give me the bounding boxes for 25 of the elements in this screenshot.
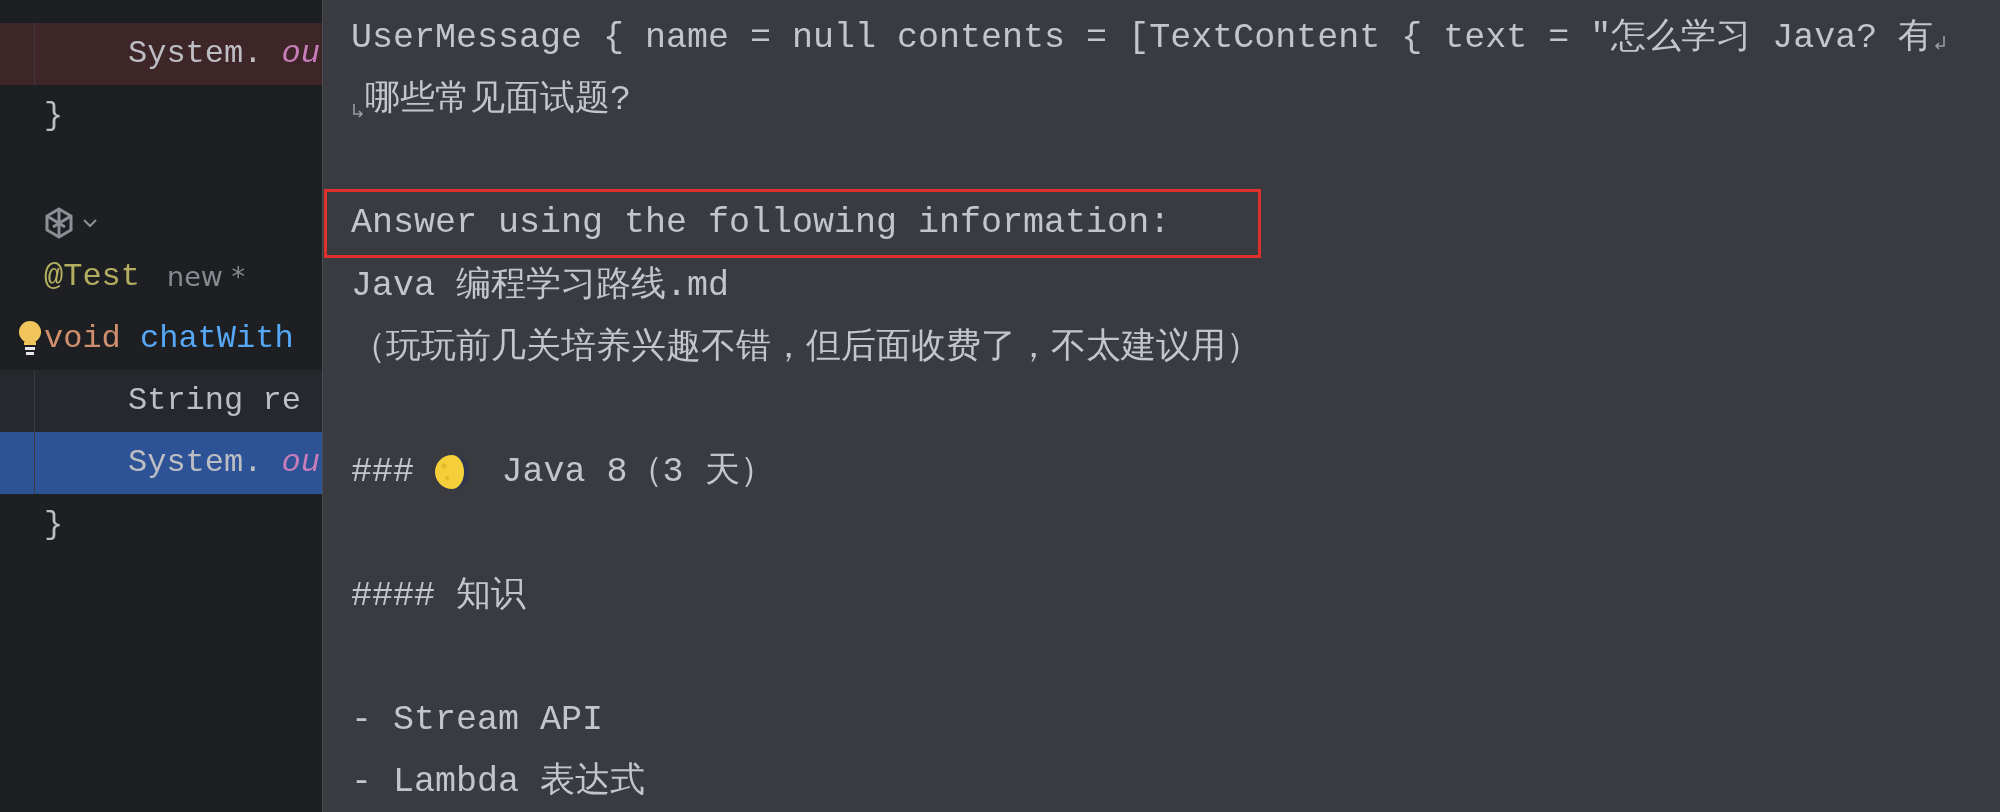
moon-icon xyxy=(434,454,470,490)
message-text: Java 8（3 天） xyxy=(501,450,775,494)
message-text: UserMessage { name = null contents = [TextContent { text = "怎么学习 Java? 有 xyxy=(351,16,1934,60)
message-text: 哪些常见面试题? xyxy=(365,78,631,122)
message-text: - Stream API xyxy=(351,698,604,742)
message-text: Java 编程学习路线.md xyxy=(351,264,730,308)
boxed-text: Answer using the following information: xyxy=(324,189,1262,258)
message-text: （玩玩前几关培养兴趣不错，但后面收费了，不太建议用） xyxy=(351,326,1261,370)
code-text: @Test xyxy=(44,257,140,297)
lightbulb-icon[interactable] xyxy=(16,320,44,356)
message-text: - Lambda 表达式 xyxy=(351,760,646,804)
code-text: System. xyxy=(128,443,263,483)
chevron-down-icon[interactable] xyxy=(82,216,98,230)
code-text: } xyxy=(44,96,64,136)
code-text: chatWith xyxy=(140,319,294,359)
message-text: #### 知识 xyxy=(351,574,527,618)
message-text: ### xyxy=(351,450,414,494)
code-text: ou xyxy=(281,34,320,74)
code-text: String re xyxy=(128,381,301,421)
code-text: void xyxy=(44,319,121,359)
code-text: System. xyxy=(128,34,263,74)
knot-icon[interactable] xyxy=(44,207,74,239)
code-text: } xyxy=(44,505,64,545)
code-text: new * xyxy=(167,259,245,294)
code-text: ou xyxy=(281,443,320,483)
